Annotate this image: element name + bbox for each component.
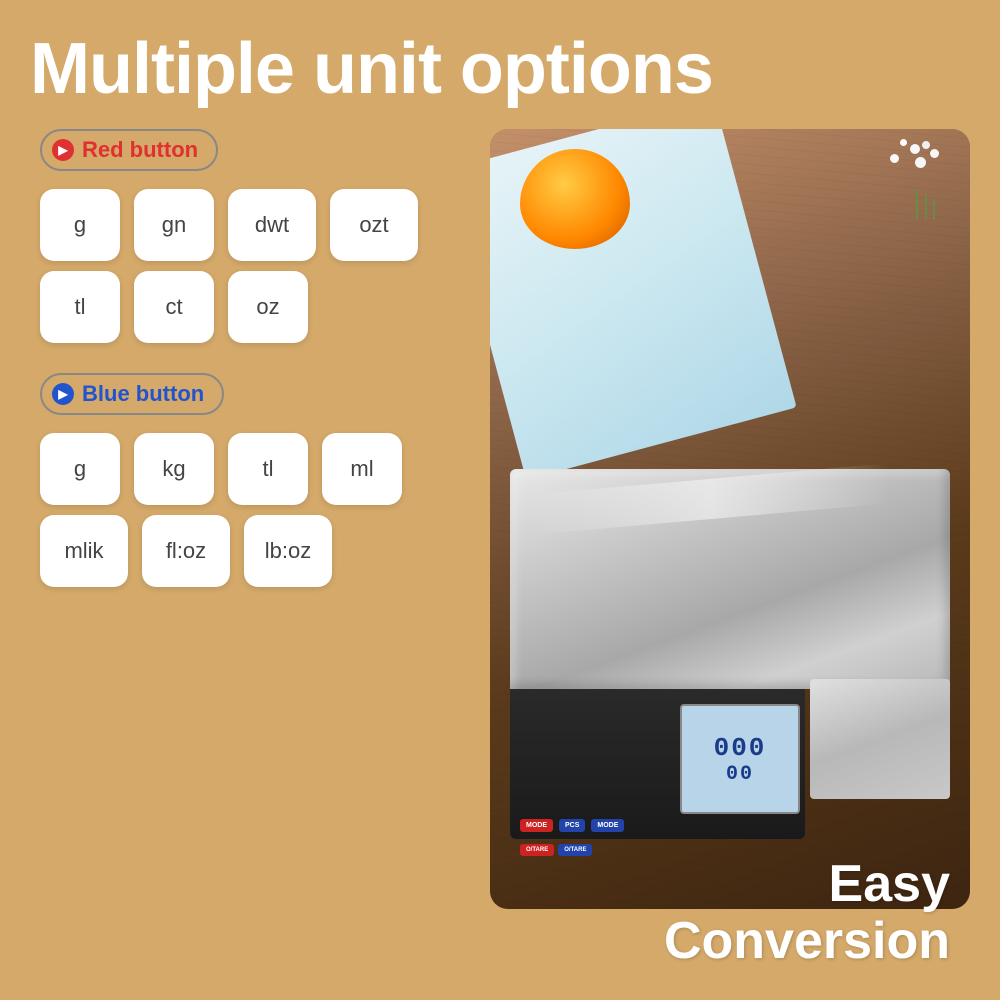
blue-button-label-container: ▶ Blue button	[40, 373, 224, 415]
lcd-row1: 000	[714, 733, 767, 763]
platform-shine	[529, 464, 891, 535]
scale-buttons-row2: O/TARE O/TARE	[520, 844, 795, 856]
lcd-row2: 00	[726, 763, 754, 786]
unit-btn-gn[interactable]: gn	[134, 189, 214, 261]
easy-conversion-line1: Easy	[664, 856, 950, 913]
red-unit-grid-row1: g gn dwt ozt	[40, 189, 460, 261]
unit-btn-dwt[interactable]: dwt	[228, 189, 316, 261]
unit-btn-floz[interactable]: fl:oz	[142, 515, 230, 587]
scale-body: 000 00 MODE PCS MODE O/TARE O/TARE	[510, 469, 950, 849]
page-title: Multiple unit options	[30, 30, 970, 109]
scale-btn-mode-red: MODE	[520, 819, 553, 832]
scale-btn-pcs: PCS	[559, 819, 585, 832]
unit-btn-kg[interactable]: kg	[134, 433, 214, 505]
blue-section: ▶ Blue button g kg tl ml mlik fl:oz lb:o…	[40, 373, 460, 587]
scale-photo-bg: 000 00 MODE PCS MODE O/TARE O/TARE	[490, 129, 970, 909]
unit-btn-ozt[interactable]: ozt	[330, 189, 418, 261]
blue-button-label: Blue button	[82, 381, 204, 407]
left-panel: ▶ Red button g gn dwt ozt tl ct oz ▶ Blu…	[20, 119, 470, 1000]
unit-btn-lboz[interactable]: lb:oz	[244, 515, 332, 587]
unit-btn-tl-red[interactable]: tl	[40, 271, 120, 343]
unit-btn-oz[interactable]: oz	[228, 271, 308, 343]
red-button-label-container: ▶ Red button	[40, 129, 218, 171]
red-button-label: Red button	[82, 137, 198, 163]
lcd-display: 000 00	[680, 704, 800, 814]
unit-btn-ct[interactable]: ct	[134, 271, 214, 343]
scale-platform-small	[810, 679, 950, 799]
scale-btn-tare2: O/TARE	[558, 844, 592, 856]
unit-btn-ml[interactable]: ml	[322, 433, 402, 505]
unit-btn-tl-blue[interactable]: tl	[228, 433, 308, 505]
easy-conversion-line2: Conversion	[664, 913, 950, 970]
blue-unit-grid-row1: g kg tl ml	[40, 433, 460, 505]
flower-cluster	[860, 139, 960, 219]
red-arrow-icon: ▶	[52, 139, 74, 161]
unit-btn-g-blue[interactable]: g	[40, 433, 120, 505]
scale-btn-tare1: O/TARE	[520, 844, 554, 856]
scale-btn-mode-blue: MODE	[591, 819, 624, 832]
page-container: Multiple unit options ▶ Red button g gn …	[0, 0, 1000, 1000]
unit-btn-g-red[interactable]: g	[40, 189, 120, 261]
blue-arrow-icon: ▶	[52, 383, 74, 405]
scale-platform-large	[510, 469, 950, 689]
scale-image: 000 00 MODE PCS MODE O/TARE O/TARE	[490, 129, 970, 909]
easy-conversion-container: Easy Conversion	[664, 856, 950, 970]
content-area: ▶ Red button g gn dwt ozt tl ct oz ▶ Blu…	[0, 119, 1000, 1000]
unit-btn-mlik[interactable]: mlik	[40, 515, 128, 587]
fruit	[520, 149, 630, 249]
scale-buttons: MODE PCS MODE	[520, 819, 795, 832]
blue-unit-grid-row2: mlik fl:oz lb:oz	[40, 515, 460, 587]
red-unit-grid-row2: tl ct oz	[40, 271, 460, 343]
right-panel: 000 00 MODE PCS MODE O/TARE O/TARE	[490, 119, 980, 1000]
header: Multiple unit options	[0, 0, 1000, 119]
